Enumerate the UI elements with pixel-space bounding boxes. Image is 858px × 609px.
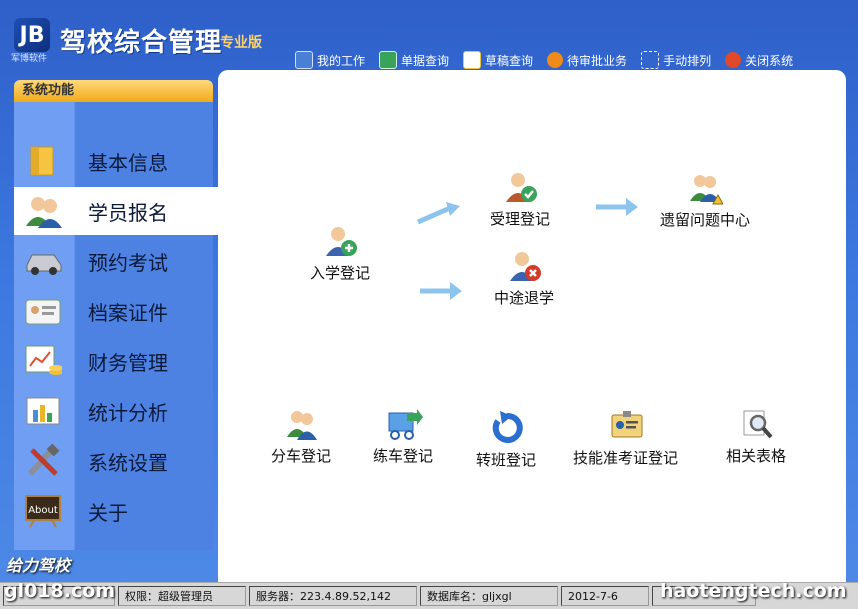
main-panel: 入学登记 受理登记 中途退学 遗留问题中心 分车登记 练车登记 转班登记 技能准… <box>218 70 846 582</box>
status-date: 2012-7-6 <box>561 586 649 606</box>
toolbar: 我的工作 单据查询 草稿查询 待审批业务 手动排列 关闭系统 <box>295 50 793 70</box>
skill-exam-cert-registration[interactable]: 技能准考证登记 <box>573 409 678 468</box>
remove-user-icon <box>508 249 541 283</box>
draft-icon <box>463 51 482 69</box>
function-label: 技能准考证登记 <box>573 449 679 467</box>
quit-midway[interactable]: 中途退学 <box>494 249 554 308</box>
about-icon: About <box>24 494 62 528</box>
power-icon <box>725 52 742 68</box>
sidebar-item-basic-info[interactable]: 基本信息 <box>14 137 218 185</box>
function-label: 入学登记 <box>310 264 371 282</box>
receipt-search-icon <box>379 51 398 69</box>
app-window: JB 军博软件 驾校综合管理 专业版 我的工作 单据查询 草稿查询 待审批业务 … <box>0 0 858 609</box>
approved-user-icon <box>504 170 537 204</box>
sidebar-item-statistics[interactable]: 统计分析 <box>14 387 218 435</box>
sidebar-item-finance[interactable]: 财务管理 <box>14 337 218 385</box>
toolbar-my-work[interactable]: 我的工作 <box>295 50 365 70</box>
sidebar-item-book-exam[interactable]: 预约考试 <box>14 237 218 285</box>
refresh-icon <box>490 411 523 445</box>
function-label: 中途退学 <box>494 289 555 307</box>
sidebar-item-label: 财务管理 <box>88 350 168 375</box>
sidebar-item-label: 学员报名 <box>88 200 168 225</box>
sidebar-header: 系统功能 <box>14 80 213 102</box>
car-icon <box>24 244 62 278</box>
add-user-icon <box>324 224 357 258</box>
status-user: gl018.com <box>4 580 116 602</box>
toolbar-close-system[interactable]: 关闭系统 <box>725 50 793 70</box>
class-transfer-registration[interactable]: 转班登记 <box>476 411 536 470</box>
badge-card-icon <box>610 409 642 443</box>
status-permission: 权限：超级管理员 <box>118 586 246 606</box>
users-icon <box>285 407 317 441</box>
toolbar-manual-arrange[interactable]: 手动排列 <box>641 50 711 70</box>
function-label: 受理登记 <box>490 210 551 228</box>
sidebar-item-label: 基本信息 <box>88 150 168 175</box>
sidebar-item-label: 档案证件 <box>88 300 168 325</box>
watermark-left: 给力驾校 <box>6 556 71 575</box>
function-label: 分车登记 <box>271 447 332 465</box>
sidebar-item-label: 系统设置 <box>88 450 168 475</box>
function-label: 遗留问题中心 <box>660 211 751 229</box>
magnifier-icon <box>740 407 773 441</box>
toolbar-receipt-search[interactable]: 单据查询 <box>379 50 449 70</box>
tools-icon <box>24 444 62 478</box>
sidebar-item-archives[interactable]: 档案证件 <box>14 287 218 335</box>
users-warning-icon <box>689 171 724 205</box>
toolbar-pending-approval[interactable]: 待审批业务 <box>547 50 627 70</box>
accept-registration[interactable]: 受理登记 <box>490 170 550 229</box>
function-label: 转班登记 <box>476 451 537 469</box>
logo-subtitle: 军博软件 <box>11 54 48 64</box>
toolbar-label: 单据查询 <box>401 53 450 68</box>
toolbar-label: 手动排列 <box>663 53 712 68</box>
folder-icon <box>24 144 62 178</box>
sidebar-item-label: 预约考试 <box>88 250 168 275</box>
toolbar-label: 关闭系统 <box>745 53 794 68</box>
enroll-registration[interactable]: 入学登记 <box>310 224 370 283</box>
assign-car-registration[interactable]: 分车登记 <box>271 407 331 466</box>
function-label: 练车登记 <box>373 447 434 465</box>
toolbar-label: 我的工作 <box>317 53 366 68</box>
related-forms[interactable]: 相关表格 <box>726 407 786 466</box>
truck-icon <box>387 407 423 441</box>
about-icon-text: About <box>28 505 58 516</box>
toolbar-label: 待审批业务 <box>567 53 628 68</box>
watermark-right: haotengtech.com <box>660 580 847 602</box>
status-database: 数据库名：gljxgl <box>420 586 558 606</box>
chart-icon <box>24 394 62 428</box>
edition-badge: 专业版 <box>220 35 262 51</box>
sidebar-item-label: 关于 <box>88 500 128 525</box>
work-icon <box>295 51 313 69</box>
sidebar-item-system-settings[interactable]: 系统设置 <box>14 437 218 485</box>
arrange-icon <box>641 51 660 69</box>
sidebar-item-label: 统计分析 <box>88 400 168 425</box>
sidebar-item-student-enroll[interactable]: 学员报名 <box>14 187 218 235</box>
status-server: 服务器：223.4.89.52,142 <box>249 586 417 606</box>
toolbar-label: 草稿查询 <box>485 53 534 68</box>
arrow-icon <box>596 198 638 216</box>
sidebar-item-about[interactable]: About 关于 <box>14 487 218 535</box>
toolbar-draft-search[interactable]: 草稿查询 <box>463 50 533 70</box>
arrow-icon <box>420 282 462 300</box>
users-icon <box>24 194 62 228</box>
approval-icon <box>547 52 564 68</box>
arrow-icon <box>416 202 460 225</box>
pending-issues-center[interactable]: 遗留问题中心 <box>660 171 750 230</box>
logo: JB <box>14 18 50 52</box>
function-label: 相关表格 <box>726 447 787 465</box>
finance-icon <box>24 344 62 378</box>
practice-registration[interactable]: 练车登记 <box>373 407 433 466</box>
app-title: 驾校综合管理 <box>60 28 223 58</box>
id-card-icon <box>24 294 62 328</box>
